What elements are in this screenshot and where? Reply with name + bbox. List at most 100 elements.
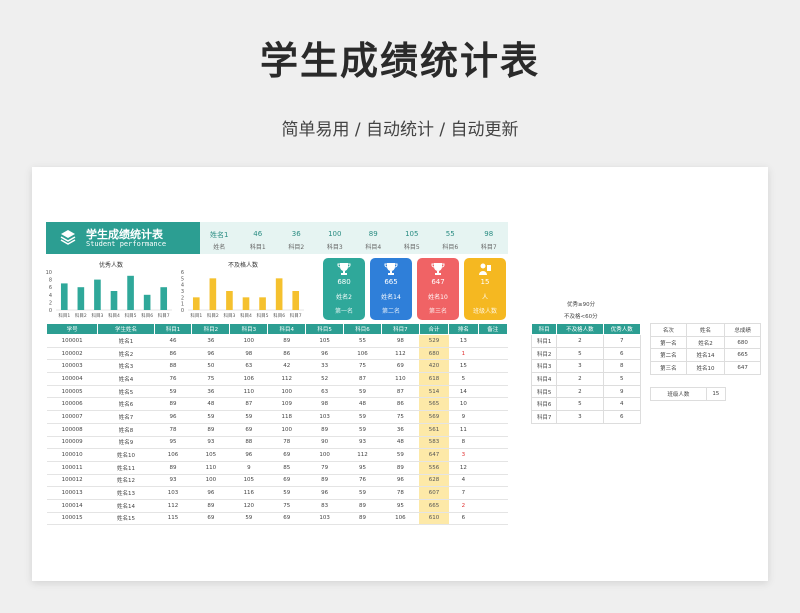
top-rank-table: 名次 姓名 总成绩 第一名 姓名2 680 第二名 姓名14 665 第三名 姓名10 647 [650, 323, 761, 375]
table-row: 科目3 3 8 [530, 359, 642, 374]
card-value: 15 [480, 278, 490, 286]
table-row: 100007 姓名7 96 59 59 118 103 59 75 569 9 [46, 410, 508, 424]
table-cell: 100008 [46, 423, 98, 437]
table-cell: 59 [343, 410, 382, 424]
table-cell: 7 [602, 334, 642, 348]
table-cell: 姓名3 [97, 359, 155, 374]
table-cell: 89 [305, 423, 344, 437]
table-cell: 96 [381, 474, 420, 488]
table-cell: 姓名10 [97, 448, 155, 462]
table-row: 100001 姓名1 46 36 100 89 105 55 98 529 13 [46, 334, 508, 348]
x-tick-label: 科目6 [273, 312, 285, 319]
table-cell: 姓名5 [97, 385, 155, 399]
table-cell: 姓名13 [97, 486, 155, 500]
table-cell: 85 [267, 461, 306, 475]
table-cell: 76 [154, 372, 192, 386]
top-cell-label: 科目2 [288, 244, 305, 251]
column-header: 科目 [530, 323, 558, 335]
table-cell: 11 [448, 423, 479, 437]
table-cell: 96 [191, 486, 230, 500]
sheet-banner: 学生成绩统计表 Student performance [46, 222, 200, 254]
table-cell: 120 [229, 499, 268, 513]
table-cell [478, 448, 508, 462]
table-cell: 9 [448, 410, 479, 424]
bar [160, 287, 168, 310]
table-cell: 665 [724, 348, 761, 363]
table-cell: 12 [448, 461, 479, 475]
page-title: 学生成绩统计表 [259, 39, 540, 83]
table-cell: 75 [343, 359, 382, 374]
table-cell: 姓名10 [685, 361, 726, 375]
table-cell: 姓名12 [97, 474, 155, 488]
table-cell: 6 [602, 410, 642, 424]
table-row: 100005 姓名5 59 36 110 100 63 59 87 514 14 [46, 385, 508, 399]
top-cell-value: 46 [253, 230, 263, 238]
table-cell: 514 [419, 385, 449, 399]
table-cell: 89 [191, 423, 230, 437]
top-cell-label: 科目6 [442, 244, 459, 251]
table-cell: 87 [229, 397, 268, 412]
table-cell: 100 [267, 385, 306, 399]
y-tick-label: 5 [181, 276, 184, 282]
table-row: 第三名 姓名10 647 [650, 361, 761, 375]
card-value: 647 [431, 278, 445, 286]
bar [209, 278, 217, 310]
table-cell [478, 423, 508, 437]
column-header: 科目4 [267, 323, 307, 335]
card-value: 665 [384, 278, 398, 286]
table-cell: 59 [267, 486, 306, 500]
subject-stat-body: 科目1 2 7 科目2 5 6 科目3 3 8 科目4 2 5 科目5 2 9 科目6 5 4 科目7 3 6 [530, 334, 642, 424]
summary-card: 15 人班级人数 [464, 258, 506, 320]
top-cell-value: 89 [368, 230, 378, 238]
table-cell: 88 [154, 359, 192, 374]
bar [275, 278, 283, 310]
table-cell: 100004 [46, 372, 98, 386]
table-cell: 89 [381, 461, 420, 475]
table-cell: 103 [305, 512, 344, 526]
table-cell: 106 [381, 512, 420, 526]
y-tick-label: 2 [181, 295, 184, 301]
card-value: 680 [337, 278, 351, 286]
x-tick-label: 科目2 [75, 312, 87, 319]
column-header: 排名 [448, 323, 479, 335]
table-cell: 98 [229, 347, 268, 361]
y-tick-label: 0 [49, 308, 52, 314]
x-tick-label: 科目4 [108, 312, 120, 319]
table-cell: 59 [229, 512, 268, 526]
x-tick-label: 科目4 [240, 312, 252, 319]
table-cell: 2 [556, 372, 604, 386]
column-header: 科目5 [305, 323, 345, 335]
table-cell: 姓名2 [685, 335, 726, 350]
table-cell: 420 [419, 359, 449, 374]
note-fail: 不及格<60分 [564, 314, 598, 320]
table-cell [478, 359, 508, 374]
table-cell: 8 [602, 359, 642, 374]
table-cell: 59 [191, 410, 230, 424]
table-cell: 103 [154, 486, 192, 500]
table-cell [478, 512, 508, 526]
table-cell: 33 [305, 359, 344, 374]
table-cell: 610 [419, 512, 449, 526]
x-tick-label: 科目1 [58, 312, 70, 319]
top-cell-label: 科目5 [403, 244, 420, 251]
table-cell: 116 [229, 486, 268, 500]
table-row: 100014 姓名14 112 89 120 75 83 89 95 665 2 [46, 499, 508, 513]
y-tick-label: 10 [46, 270, 52, 276]
chart-excellent: 优秀人数 0 2 4 6 8 10 科目1 科目2 科目3 科目4 科目5 科目6 科目7 [46, 260, 176, 320]
table-cell: 106 [229, 372, 268, 386]
table-cell: 姓名1 [97, 334, 155, 348]
column-header: 名次 [650, 323, 687, 337]
bar [292, 291, 300, 310]
class-count-row: 班级人数 15 [650, 387, 727, 401]
table-cell: 607 [419, 486, 449, 500]
top-cell-label: 科目7 [480, 244, 497, 251]
table-cell: 79 [305, 461, 344, 475]
table-cell: 76 [343, 474, 382, 488]
table-cell: 100012 [46, 474, 98, 488]
table-cell: 42 [267, 359, 306, 374]
table-cell: 86 [267, 347, 306, 361]
table-row: 100010 姓名10 106 105 96 69 100 112 59 647 3 [46, 448, 508, 462]
table-cell: 98 [305, 397, 344, 412]
y-tick-label: 0 [181, 308, 184, 314]
table-cell: 100007 [46, 410, 98, 424]
